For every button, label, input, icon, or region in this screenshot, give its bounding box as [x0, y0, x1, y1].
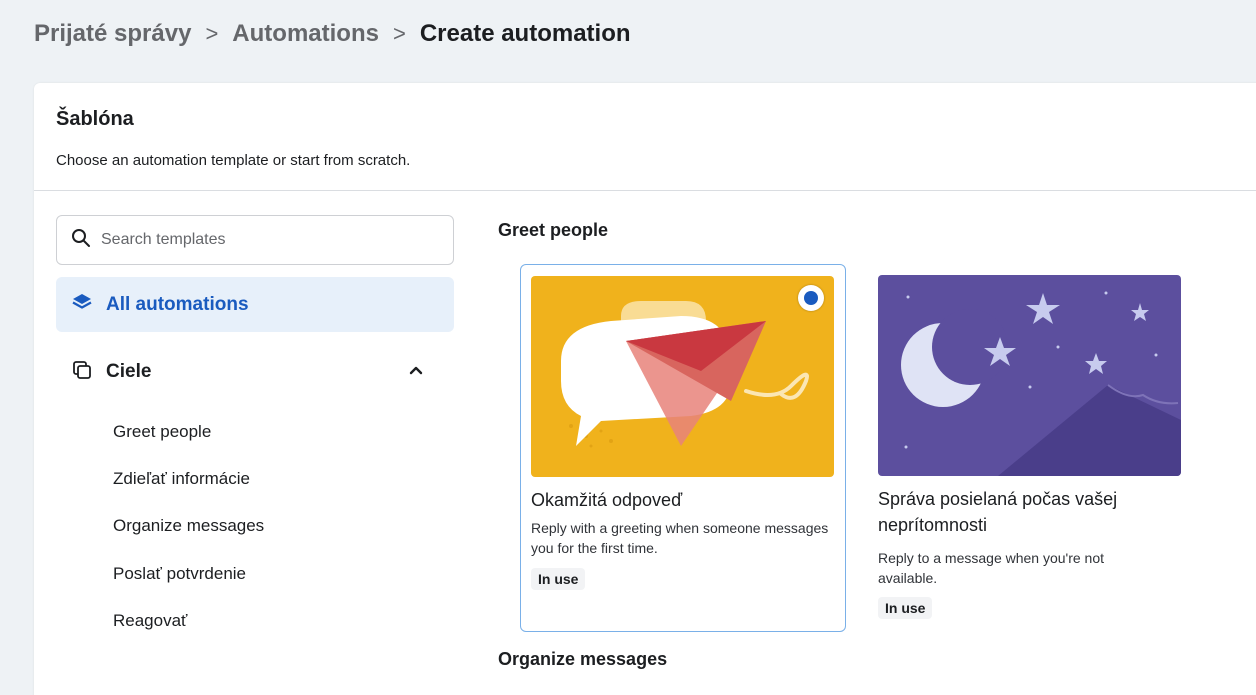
- page-title: Create automation: [419, 20, 631, 47]
- sidebar-item-label: All automations: [106, 293, 249, 315]
- sidebar-item-send-confirmation[interactable]: Poslať potvrdenie: [113, 564, 246, 584]
- sidebar-item-organize-messages[interactable]: Organize messages: [113, 516, 264, 536]
- sidebar-item-greet-people[interactable]: Greet people: [113, 422, 211, 442]
- section-title: Šablóna: [56, 108, 134, 130]
- search-input[interactable]: [101, 231, 441, 249]
- group-heading-greet-people: Greet people: [498, 220, 609, 240]
- breadcrumb-automations[interactable]: Automations: [232, 18, 379, 50]
- sidebar-group-goals[interactable]: Ciele: [56, 350, 454, 394]
- group-heading-organize-messages: Organize messages: [498, 649, 668, 669]
- status-badge: In use: [531, 568, 586, 590]
- breadcrumb-separator: >: [205, 21, 219, 46]
- template-card-instant-reply[interactable]: Okamžitá odpoveď Reply with a greeting w…: [520, 264, 846, 632]
- status-badge: In use: [878, 597, 933, 619]
- divider: [34, 190, 1256, 191]
- sidebar-item-react[interactable]: Reagovať: [113, 611, 187, 631]
- section-subtitle: Choose an automation template or start f…: [56, 152, 411, 169]
- template-description: Reply with a greeting when someone messa…: [531, 520, 829, 556]
- template-card-away-message[interactable]: Správa posielaná počas vašej neprítomnos…: [868, 264, 1194, 632]
- breadcrumb-inbox[interactable]: Prijaté správy: [34, 18, 191, 50]
- greeting-illustration: [531, 276, 834, 477]
- template-description: Reply to a message when you're not avail…: [878, 550, 1105, 586]
- search-icon: [71, 228, 91, 253]
- template-radio[interactable]: [798, 285, 824, 311]
- layers-icon: [72, 292, 92, 317]
- night-moon-illustration: [878, 275, 1181, 476]
- template-name: Okamžitá odpoveď: [531, 490, 683, 510]
- sidebar-group-label: Ciele: [106, 361, 152, 382]
- search-box[interactable]: [56, 215, 454, 265]
- template-name: Správa posielaná počas vašej neprítomnos…: [878, 489, 1118, 535]
- breadcrumb-separator: >: [392, 21, 406, 46]
- sidebar-item-share-info[interactable]: Zdieľať informácie: [113, 469, 250, 489]
- breadcrumb: Prijaté správy > Automations > Create au…: [34, 18, 631, 50]
- sidebar-item-all-automations[interactable]: All automations: [56, 277, 454, 332]
- chevron-up-icon[interactable]: [408, 362, 424, 383]
- cards-icon: [72, 360, 92, 385]
